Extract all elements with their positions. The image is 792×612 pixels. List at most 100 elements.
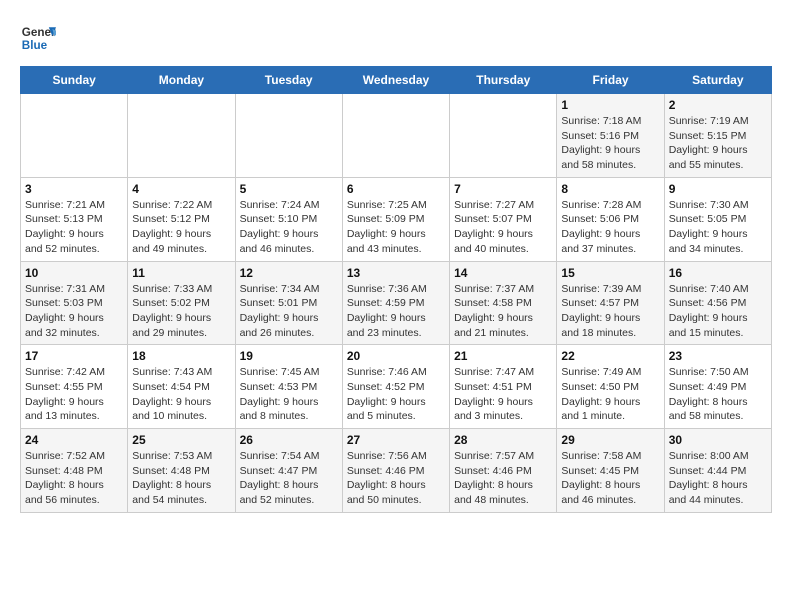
weekday-header-thursday: Thursday bbox=[450, 67, 557, 94]
day-number: 29 bbox=[561, 433, 659, 447]
day-number: 12 bbox=[240, 266, 338, 280]
weekday-header-row: SundayMondayTuesdayWednesdayThursdayFrid… bbox=[21, 67, 772, 94]
calendar-week-4: 17 Sunrise: 7:42 AM Sunset: 4:55 PM Dayli… bbox=[21, 345, 772, 429]
svg-text:Blue: Blue bbox=[22, 39, 48, 52]
calendar-cell: 20 Sunrise: 7:46 AM Sunset: 4:52 PM Dayli… bbox=[342, 345, 449, 429]
day-number: 30 bbox=[669, 433, 767, 447]
calendar-cell: 28Sunrise: 7:57 AM Sunset: 4:46 PM Dayli… bbox=[450, 429, 557, 513]
calendar-cell: 7Sunrise: 7:27 AM Sunset: 5:07 PM Daylig… bbox=[450, 177, 557, 261]
day-info: Sunrise: 7:49 AM Sunset: 4:50 PM Dayligh… bbox=[561, 365, 659, 424]
weekday-header-tuesday: Tuesday bbox=[235, 67, 342, 94]
calendar-cell: 4Sunrise: 7:22 AM Sunset: 5:12 PM Daylig… bbox=[128, 177, 235, 261]
calendar-cell: 24 Sunrise: 7:52 AM Sunset: 4:48 PM Dayli… bbox=[21, 429, 128, 513]
day-info: Sunrise: 7:39 AM Sunset: 4:57 PM Dayligh… bbox=[561, 282, 659, 341]
day-info: Sunrise: 7:50 AM Sunset: 4:49 PM Dayligh… bbox=[669, 365, 767, 424]
day-info: Sunrise: 7:42 AM Sunset: 4:55 PM Dayligh… bbox=[25, 365, 123, 424]
logo: General Blue bbox=[20, 20, 60, 56]
day-info: Sunrise: 7:57 AM Sunset: 4:46 PM Dayligh… bbox=[454, 449, 552, 508]
calendar-cell: 16 Sunrise: 7:40 AM Sunset: 4:56 PM Dayli… bbox=[664, 261, 771, 345]
day-info: Sunrise: 7:25 AM Sunset: 5:09 PM Dayligh… bbox=[347, 198, 445, 257]
day-info: Sunrise: 7:34 AM Sunset: 5:01 PM Dayligh… bbox=[240, 282, 338, 341]
calendar-cell: 21 Sunrise: 7:47 AM Sunset: 4:51 PM Dayli… bbox=[450, 345, 557, 429]
day-number: 11 bbox=[132, 266, 230, 280]
day-number: 18 bbox=[132, 349, 230, 363]
day-info: Sunrise: 7:52 AM Sunset: 4:48 PM Dayligh… bbox=[25, 449, 123, 508]
calendar-week-2: 3 Sunrise: 7:21 AM Sunset: 5:13 PM Daylig… bbox=[21, 177, 772, 261]
day-info: Sunrise: 7:37 AM Sunset: 4:58 PM Dayligh… bbox=[454, 282, 552, 341]
day-number: 3 bbox=[25, 182, 123, 196]
day-info: Sunrise: 7:27 AM Sunset: 5:07 PM Dayligh… bbox=[454, 198, 552, 257]
day-number: 19 bbox=[240, 349, 338, 363]
day-info: Sunrise: 7:21 AM Sunset: 5:13 PM Dayligh… bbox=[25, 198, 123, 257]
calendar-cell: 12 Sunrise: 7:34 AM Sunset: 5:01 PM Dayli… bbox=[235, 261, 342, 345]
calendar-cell bbox=[21, 94, 128, 178]
calendar-cell: 1 Sunrise: 7:18 AM Sunset: 5:16 PM Daylig… bbox=[557, 94, 664, 178]
day-number: 21 bbox=[454, 349, 552, 363]
calendar-cell: 8 Sunrise: 7:28 AM Sunset: 5:06 PM Daylig… bbox=[557, 177, 664, 261]
day-number: 6 bbox=[347, 182, 445, 196]
weekday-header-wednesday: Wednesday bbox=[342, 67, 449, 94]
calendar-cell: 13Sunrise: 7:36 AM Sunset: 4:59 PM Dayli… bbox=[342, 261, 449, 345]
day-info: Sunrise: 7:18 AM Sunset: 5:16 PM Dayligh… bbox=[561, 114, 659, 173]
calendar-week-3: 10 Sunrise: 7:31 AM Sunset: 5:03 PM Dayli… bbox=[21, 261, 772, 345]
day-info: Sunrise: 7:36 AM Sunset: 4:59 PM Dayligh… bbox=[347, 282, 445, 341]
day-info: Sunrise: 7:43 AM Sunset: 4:54 PM Dayligh… bbox=[132, 365, 230, 424]
day-number: 26 bbox=[240, 433, 338, 447]
calendar-cell bbox=[128, 94, 235, 178]
day-info: Sunrise: 7:53 AM Sunset: 4:48 PM Dayligh… bbox=[132, 449, 230, 508]
calendar-cell: 23 Sunrise: 7:50 AM Sunset: 4:49 PM Dayli… bbox=[664, 345, 771, 429]
weekday-header-sunday: Sunday bbox=[21, 67, 128, 94]
day-number: 4 bbox=[132, 182, 230, 196]
day-number: 8 bbox=[561, 182, 659, 196]
calendar-week-1: 1 Sunrise: 7:18 AM Sunset: 5:16 PM Daylig… bbox=[21, 94, 772, 178]
calendar-cell: 3 Sunrise: 7:21 AM Sunset: 5:13 PM Daylig… bbox=[21, 177, 128, 261]
day-number: 14 bbox=[454, 266, 552, 280]
day-number: 17 bbox=[25, 349, 123, 363]
page-header: General Blue bbox=[20, 20, 772, 56]
weekday-header-saturday: Saturday bbox=[664, 67, 771, 94]
calendar-cell: 17 Sunrise: 7:42 AM Sunset: 4:55 PM Dayli… bbox=[21, 345, 128, 429]
weekday-header-monday: Monday bbox=[128, 67, 235, 94]
calendar-week-5: 24 Sunrise: 7:52 AM Sunset: 4:48 PM Dayli… bbox=[21, 429, 772, 513]
day-info: Sunrise: 7:46 AM Sunset: 4:52 PM Dayligh… bbox=[347, 365, 445, 424]
day-info: Sunrise: 7:45 AM Sunset: 4:53 PM Dayligh… bbox=[240, 365, 338, 424]
day-number: 23 bbox=[669, 349, 767, 363]
calendar-cell: 11 Sunrise: 7:33 AM Sunset: 5:02 PM Dayli… bbox=[128, 261, 235, 345]
day-info: Sunrise: 7:40 AM Sunset: 4:56 PM Dayligh… bbox=[669, 282, 767, 341]
day-number: 25 bbox=[132, 433, 230, 447]
day-info: Sunrise: 7:58 AM Sunset: 4:45 PM Dayligh… bbox=[561, 449, 659, 508]
day-info: Sunrise: 7:19 AM Sunset: 5:15 PM Dayligh… bbox=[669, 114, 767, 173]
logo-icon: General Blue bbox=[20, 20, 56, 56]
day-number: 27 bbox=[347, 433, 445, 447]
calendar-cell bbox=[235, 94, 342, 178]
day-number: 15 bbox=[561, 266, 659, 280]
day-info: Sunrise: 7:56 AM Sunset: 4:46 PM Dayligh… bbox=[347, 449, 445, 508]
day-number: 24 bbox=[25, 433, 123, 447]
day-number: 1 bbox=[561, 98, 659, 112]
calendar-cell: 2 Sunrise: 7:19 AM Sunset: 5:15 PM Daylig… bbox=[664, 94, 771, 178]
day-number: 16 bbox=[669, 266, 767, 280]
calendar-cell bbox=[342, 94, 449, 178]
day-number: 2 bbox=[669, 98, 767, 112]
calendar-cell: 26Sunrise: 7:54 AM Sunset: 4:47 PM Dayli… bbox=[235, 429, 342, 513]
day-info: Sunrise: 7:31 AM Sunset: 5:03 PM Dayligh… bbox=[25, 282, 123, 341]
day-info: Sunrise: 7:33 AM Sunset: 5:02 PM Dayligh… bbox=[132, 282, 230, 341]
day-info: Sunrise: 7:47 AM Sunset: 4:51 PM Dayligh… bbox=[454, 365, 552, 424]
calendar-cell bbox=[450, 94, 557, 178]
calendar-cell: 19 Sunrise: 7:45 AM Sunset: 4:53 PM Dayli… bbox=[235, 345, 342, 429]
calendar-cell: 27 Sunrise: 7:56 AM Sunset: 4:46 PM Dayli… bbox=[342, 429, 449, 513]
day-number: 20 bbox=[347, 349, 445, 363]
day-info: Sunrise: 8:00 AM Sunset: 4:44 PM Dayligh… bbox=[669, 449, 767, 508]
calendar-cell: 5 Sunrise: 7:24 AM Sunset: 5:10 PM Daylig… bbox=[235, 177, 342, 261]
weekday-header-friday: Friday bbox=[557, 67, 664, 94]
calendar-body: 1 Sunrise: 7:18 AM Sunset: 5:16 PM Daylig… bbox=[21, 94, 772, 513]
day-info: Sunrise: 7:24 AM Sunset: 5:10 PM Dayligh… bbox=[240, 198, 338, 257]
day-number: 10 bbox=[25, 266, 123, 280]
calendar-cell: 29 Sunrise: 7:58 AM Sunset: 4:45 PM Dayli… bbox=[557, 429, 664, 513]
day-info: Sunrise: 7:28 AM Sunset: 5:06 PM Dayligh… bbox=[561, 198, 659, 257]
calendar-cell: 30 Sunrise: 8:00 AM Sunset: 4:44 PM Dayli… bbox=[664, 429, 771, 513]
calendar-cell: 25 Sunrise: 7:53 AM Sunset: 4:48 PM Dayli… bbox=[128, 429, 235, 513]
day-number: 5 bbox=[240, 182, 338, 196]
calendar-cell: 6 Sunrise: 7:25 AM Sunset: 5:09 PM Daylig… bbox=[342, 177, 449, 261]
day-number: 9 bbox=[669, 182, 767, 196]
